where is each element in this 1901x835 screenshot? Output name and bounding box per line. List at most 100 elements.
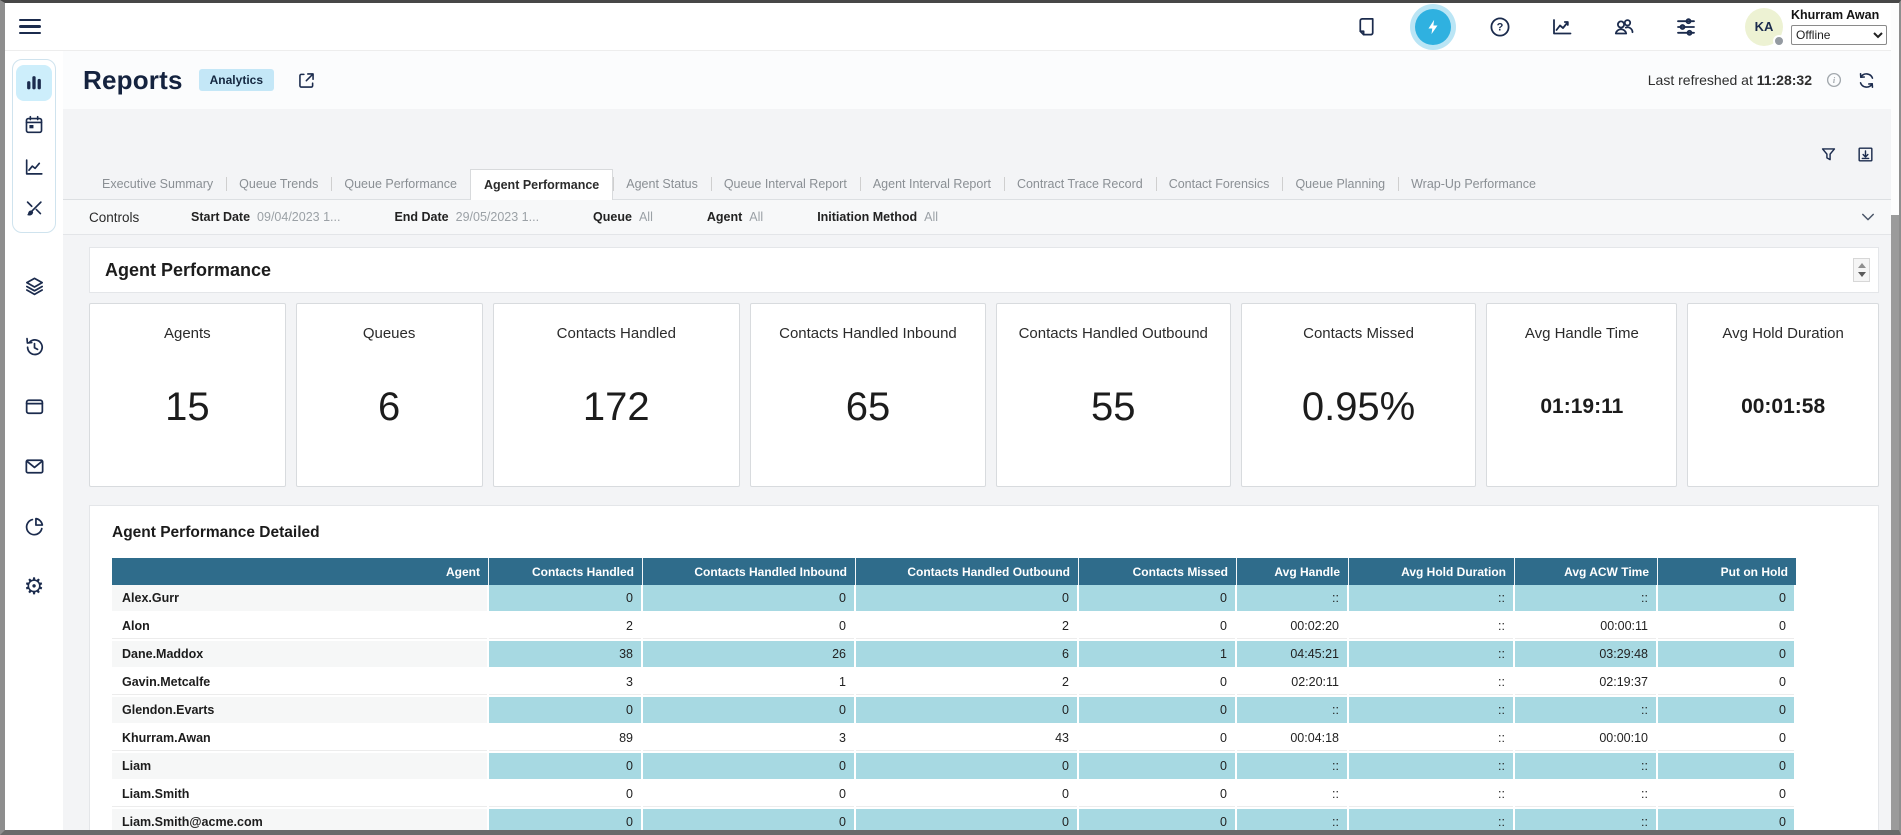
cell-avg-handle: :: bbox=[1237, 781, 1349, 809]
report-tab[interactable]: Queue Planning bbox=[1282, 169, 1398, 199]
column-header[interactable]: Avg Handle bbox=[1237, 558, 1349, 585]
sliders-icon[interactable] bbox=[1673, 14, 1699, 40]
filter-icon[interactable] bbox=[1819, 145, 1838, 167]
main-content: Reports Analytics Last refreshed at 11:2… bbox=[63, 51, 1899, 830]
filter-control[interactable]: End Date 29/05/2023 1... bbox=[394, 210, 539, 224]
status-select[interactable]: Offline bbox=[1791, 25, 1887, 45]
info-icon[interactable]: i bbox=[1825, 71, 1843, 89]
table-row[interactable]: Alex.Gurr 0 0 0 0 :: :: :: 0 bbox=[112, 585, 1796, 613]
report-tab[interactable]: Executive Summary bbox=[89, 169, 226, 199]
spinner-up-icon[interactable] bbox=[1858, 263, 1866, 268]
hamburger-menu-icon[interactable] bbox=[19, 15, 43, 39]
column-header[interactable]: Avg Hold Duration bbox=[1349, 558, 1515, 585]
cell-put-on-hold: 0 bbox=[1658, 753, 1796, 781]
user-block: KA Khurram Awan Offline bbox=[1745, 8, 1887, 46]
cell-avg-acw-time: :: bbox=[1515, 809, 1658, 830]
cell-contacts-handled-outbound: 6 bbox=[856, 641, 1079, 669]
cell-avg-acw-time: :: bbox=[1515, 781, 1658, 809]
calendar-icon[interactable] bbox=[16, 107, 52, 143]
filter-control[interactable]: Queue All bbox=[593, 210, 653, 224]
help-icon[interactable]: ? bbox=[1487, 14, 1513, 40]
scroll-spinner[interactable] bbox=[1853, 258, 1870, 282]
vertical-scrollbar[interactable] bbox=[1891, 3, 1899, 830]
cell-contacts-handled: 89 bbox=[489, 725, 643, 753]
chevron-down-icon[interactable] bbox=[1859, 208, 1877, 226]
report-tab[interactable]: Wrap-Up Performance bbox=[1398, 169, 1549, 199]
layers-icon[interactable] bbox=[23, 275, 46, 298]
report-tab[interactable]: Queue Interval Report bbox=[711, 169, 860, 199]
lightning-icon[interactable] bbox=[1415, 9, 1451, 45]
status-dot bbox=[1773, 35, 1785, 47]
filter-control[interactable]: Start Date 09/04/2023 1... bbox=[191, 210, 340, 224]
column-header[interactable]: Contacts Handled bbox=[489, 558, 643, 585]
report-tab[interactable]: Agent Performance bbox=[470, 169, 613, 200]
user-name: Khurram Awan bbox=[1791, 8, 1887, 22]
table-row[interactable]: Khurram.Awan 89 3 43 0 00:04:18 :: 00:00… bbox=[112, 725, 1796, 753]
section-title: Agent Performance bbox=[105, 260, 1853, 281]
cell-avg-hold-duration: :: bbox=[1349, 669, 1515, 697]
cell-contacts-handled-inbound: 0 bbox=[643, 781, 856, 809]
table-row[interactable]: Glendon.Evarts 0 0 0 0 :: :: :: 0 bbox=[112, 697, 1796, 725]
report-tab[interactable]: Contract Trace Record bbox=[1004, 169, 1156, 199]
filter-control[interactable]: Initiation Method All bbox=[817, 210, 938, 224]
column-header[interactable]: Avg ACW Time bbox=[1515, 558, 1658, 585]
cell-avg-hold-duration: :: bbox=[1349, 697, 1515, 725]
report-tab[interactable]: Queue Performance bbox=[331, 169, 470, 199]
external-link-icon[interactable] bbox=[296, 70, 317, 91]
kpi-value: 6 bbox=[378, 385, 400, 430]
avatar[interactable]: KA bbox=[1745, 8, 1783, 46]
kpi-label: Avg Hold Duration bbox=[1722, 325, 1843, 342]
column-header[interactable]: Agent bbox=[112, 558, 489, 585]
cell-avg-acw-time: 02:19:37 bbox=[1515, 669, 1658, 697]
agent-name-cell: Gavin.Metcalfe bbox=[112, 669, 489, 697]
filter-control[interactable]: Agent All bbox=[707, 210, 763, 224]
gear-icon[interactable]: ⚙ bbox=[24, 575, 45, 598]
table-row[interactable]: Alon 2 0 2 0 00:02:20 :: 00:00:11 0 bbox=[112, 613, 1796, 641]
cell-contacts-handled-inbound: 0 bbox=[643, 585, 856, 613]
window-icon[interactable] bbox=[23, 395, 46, 418]
cell-avg-hold-duration: :: bbox=[1349, 585, 1515, 613]
cell-contacts-handled-outbound: 2 bbox=[856, 669, 1079, 697]
history-icon[interactable] bbox=[23, 335, 46, 358]
column-header[interactable]: Contacts Missed bbox=[1079, 558, 1237, 585]
column-header[interactable]: Contacts Handled Inbound bbox=[643, 558, 856, 585]
column-header[interactable]: Put on Hold bbox=[1658, 558, 1796, 585]
column-header[interactable]: Contacts Handled Outbound bbox=[856, 558, 1079, 585]
svg-text:?: ? bbox=[1497, 21, 1504, 33]
trend-chart-icon[interactable] bbox=[1549, 14, 1575, 40]
scrollbar-thumb[interactable] bbox=[1891, 215, 1899, 830]
table-tools bbox=[63, 145, 1899, 167]
refresh-icon[interactable] bbox=[1856, 70, 1877, 91]
report-tab[interactable]: Agent Interval Report bbox=[860, 169, 1004, 199]
cell-put-on-hold: 0 bbox=[1658, 669, 1796, 697]
note-icon[interactable] bbox=[1353, 14, 1379, 40]
cell-put-on-hold: 0 bbox=[1658, 809, 1796, 830]
report-tab[interactable]: Agent Status bbox=[613, 169, 711, 199]
kpi-label: Avg Handle Time bbox=[1525, 325, 1639, 342]
report-tab[interactable]: Contact Forensics bbox=[1156, 169, 1283, 199]
agents-icon[interactable] bbox=[1611, 14, 1637, 40]
table-row[interactable]: Gavin.Metcalfe 3 1 2 0 02:20:11 :: 02:19… bbox=[112, 669, 1796, 697]
table-row[interactable]: Liam.Smith 0 0 0 0 :: :: :: 0 bbox=[112, 781, 1796, 809]
app-window: ? KA Khurram Awan Offline bbox=[0, 0, 1901, 835]
agent-name-cell: Dane.Maddox bbox=[112, 641, 489, 669]
brush-icon[interactable] bbox=[16, 191, 52, 227]
table-row[interactable]: Liam.Smith@acme.com 0 0 0 0 :: :: :: 0 bbox=[112, 809, 1796, 830]
bar-chart-icon[interactable] bbox=[16, 65, 52, 101]
cell-avg-handle: 00:04:18 bbox=[1237, 725, 1349, 753]
kpi-label: Contacts Missed bbox=[1303, 325, 1414, 342]
pie-chart-icon[interactable] bbox=[23, 515, 46, 538]
table-row[interactable]: Liam 0 0 0 0 :: :: :: 0 bbox=[112, 753, 1796, 781]
cell-contacts-handled-inbound: 0 bbox=[643, 809, 856, 830]
spinner-down-icon[interactable] bbox=[1858, 272, 1866, 277]
line-chart-icon[interactable] bbox=[16, 149, 52, 185]
table-row[interactable]: Dane.Maddox 38 26 6 1 04:45:21 :: 03:29:… bbox=[112, 641, 1796, 669]
mail-icon[interactable] bbox=[23, 455, 46, 478]
cell-put-on-hold: 0 bbox=[1658, 613, 1796, 641]
kpi-value: 55 bbox=[1091, 385, 1136, 430]
report-tab[interactable]: Queue Trends bbox=[226, 169, 331, 199]
download-icon[interactable] bbox=[1856, 145, 1875, 167]
kpi-card: Queues 6 bbox=[296, 303, 483, 487]
cell-put-on-hold: 0 bbox=[1658, 725, 1796, 753]
kpi-label: Agents bbox=[164, 325, 211, 342]
